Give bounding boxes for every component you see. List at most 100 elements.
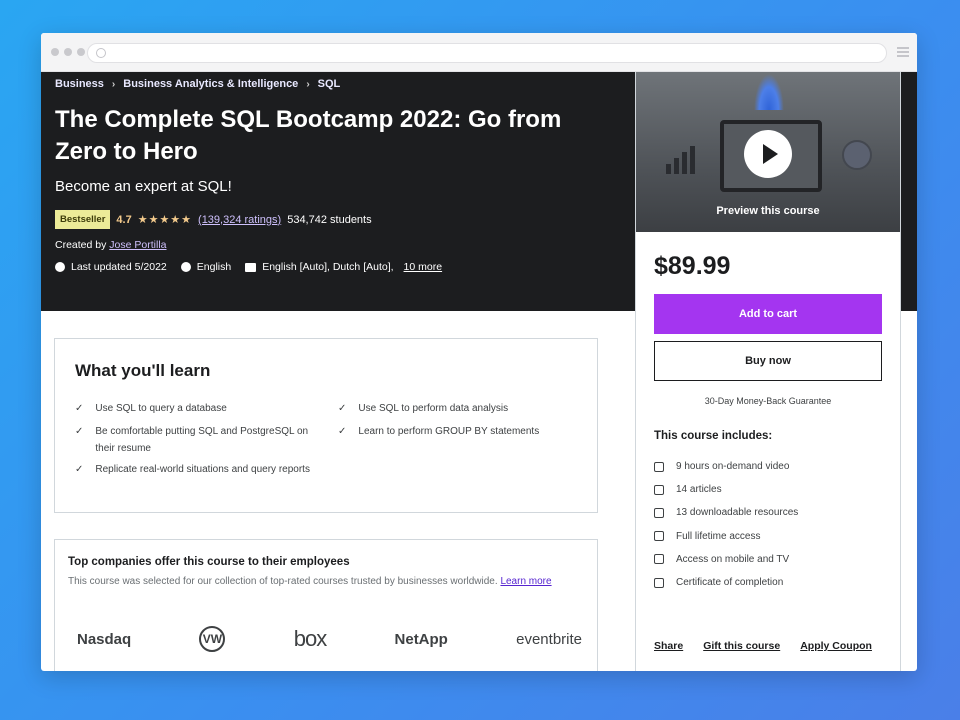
box-logo: box: [293, 626, 327, 651]
eventbrite-logo: eventbrite: [516, 630, 582, 648]
learn-item: ✓ Be comfortable putting SQL and Postgre…: [75, 423, 325, 457]
gift-course-link[interactable]: Gift this course: [703, 640, 780, 652]
learn-item: ✓ Use SQL to query a database: [75, 400, 315, 417]
maximize-dot-icon[interactable]: [77, 48, 85, 56]
trophy-icon: [654, 577, 664, 588]
learn-item-text: Replicate real-world situations and quer…: [95, 464, 310, 475]
includes-item: 13 downloadable resources: [654, 501, 798, 524]
learn-item: ✓ Use SQL to perform data analysis: [338, 400, 578, 417]
close-dot-icon[interactable]: [51, 48, 59, 56]
course-title: The Complete SQL Bootcamp 2022: Go from …: [55, 106, 562, 165]
learn-item-text: Use SQL to query a database: [95, 403, 227, 414]
window-controls: [51, 48, 85, 56]
captions: English [Auto], Dutch [Auto], 10 more: [245, 261, 442, 273]
alert-icon: [55, 262, 65, 272]
apply-coupon-link[interactable]: Apply Coupon: [800, 640, 872, 652]
learn-item: ✓ Learn to perform GROUP BY statements: [338, 423, 578, 440]
includes-list: 9 hours on-demand video 14 articles 13 d…: [654, 455, 798, 594]
browser-toolbar: [41, 33, 917, 72]
purchase-sidebar: Preview this course $89.99 Add to cart B…: [635, 72, 901, 671]
students-count: 534,742 students: [287, 213, 372, 226]
infinity-icon: [654, 531, 664, 542]
breadcrumb-business[interactable]: Business: [55, 78, 104, 90]
includes-text: Access on mobile and TV: [676, 553, 790, 565]
ratings-count-link[interactable]: (139,324 ratings): [198, 214, 281, 226]
course-meta: Last updated 5/2022 English English [Aut…: [55, 261, 456, 273]
created-by-label: Created by: [55, 239, 107, 251]
includes-text: 14 articles: [676, 484, 722, 496]
companies-description: This course was selected for our collect…: [68, 574, 578, 590]
breadcrumb: Business › Business Analytics & Intellig…: [55, 78, 340, 90]
netapp-logo: NetApp: [394, 630, 448, 648]
volkswagen-logo: VW: [199, 626, 226, 652]
companies-description-text: This course was selected for our collect…: [68, 576, 498, 587]
star-rating-icon: ★★★★★: [137, 214, 193, 226]
browser-window: Business › Business Analytics & Intellig…: [41, 33, 917, 671]
created-by: Created by Jose Portilla: [55, 239, 167, 251]
check-icon: ✓: [75, 426, 84, 437]
includes-text: Certificate of completion: [676, 577, 784, 589]
nasdaq-logo: Nasdaq: [77, 630, 132, 648]
bell-curve-graphic: [754, 74, 784, 110]
includes-item: Access on mobile and TV: [654, 548, 798, 571]
address-bar[interactable]: [87, 43, 887, 63]
learn-item-text: Be comfortable putting SQL and PostgreSQ…: [95, 426, 309, 454]
play-icon[interactable]: [744, 130, 792, 178]
companies-title: Top companies offer this course to their…: [68, 556, 350, 568]
language-text: English: [196, 261, 232, 273]
includes-item: 9 hours on-demand video: [654, 455, 798, 478]
learn-item: ✓ Replicate real-world situations and qu…: [75, 461, 325, 478]
preview-label[interactable]: Preview this course: [636, 205, 900, 217]
download-icon: [654, 507, 664, 518]
share-link[interactable]: Share: [654, 640, 683, 652]
course-subtitle: Become an expert at SQL!: [55, 178, 232, 195]
captions-more-link[interactable]: 10 more: [404, 261, 443, 273]
captions-icon: [245, 262, 257, 272]
learn-more-link[interactable]: Learn more: [500, 576, 551, 587]
course-preview[interactable]: Preview this course: [636, 72, 900, 232]
includes-text: 13 downloadable resources: [676, 507, 799, 519]
learn-item-text: Use SQL to perform data analysis: [358, 403, 509, 414]
includes-item: Certificate of completion: [654, 571, 798, 594]
language: English: [180, 261, 232, 273]
rating-value: 4.7: [116, 213, 132, 226]
check-icon: ✓: [75, 464, 84, 475]
bar-chart-graphic: [666, 146, 695, 174]
globe-graphic: [842, 140, 872, 170]
minimize-dot-icon[interactable]: [64, 48, 72, 56]
globe-icon: [180, 262, 191, 272]
rating-row: Bestseller 4.7 ★★★★★ (139,324 ratings) 5…: [55, 210, 372, 229]
author-link[interactable]: Jose Portilla: [109, 239, 166, 251]
reload-icon[interactable]: [96, 48, 106, 58]
breadcrumb-business-analytics[interactable]: Business Analytics & Intelligence: [123, 78, 298, 90]
browser-menu-icon[interactable]: [897, 47, 909, 59]
chevron-right-icon: ›: [306, 78, 310, 90]
check-icon: ✓: [338, 426, 347, 437]
includes-item: Full lifetime access: [654, 525, 798, 548]
last-updated: Last updated 5/2022: [55, 261, 167, 273]
learn-title: What you'll learn: [75, 361, 211, 380]
sidebar-actions: Share Gift this course Apply Coupon: [654, 640, 872, 652]
includes-item: 14 articles: [654, 478, 798, 501]
last-updated-text: Last updated 5/2022: [71, 261, 167, 273]
add-to-cart-button[interactable]: Add to cart: [654, 294, 882, 334]
check-icon: ✓: [338, 403, 347, 414]
learn-item-text: Learn to perform GROUP BY statements: [358, 426, 540, 437]
price: $89.99: [654, 252, 731, 280]
captions-text: English [Auto], Dutch [Auto],: [262, 261, 394, 273]
company-logos: Nasdaq VW box NetApp eventbrite: [77, 626, 582, 652]
includes-text: 9 hours on-demand video: [676, 461, 790, 473]
article-icon: [654, 484, 664, 495]
top-companies: Top companies offer this course to their…: [54, 539, 598, 671]
video-icon: [654, 461, 664, 472]
includes-text: Full lifetime access: [676, 530, 761, 542]
check-icon: ✓: [75, 403, 84, 414]
chevron-right-icon: ›: [111, 78, 116, 90]
what-youll-learn: What you'll learn ✓ Use SQL to query a d…: [54, 338, 598, 513]
mobile-icon: [654, 554, 664, 565]
money-back-guarantee: 30-Day Money-Back Guarantee: [704, 396, 832, 406]
buy-now-button[interactable]: Buy now: [654, 341, 882, 381]
includes-title: This course includes:: [654, 430, 773, 442]
breadcrumb-sql[interactable]: SQL: [318, 78, 341, 90]
bestseller-badge: Bestseller: [55, 210, 111, 229]
